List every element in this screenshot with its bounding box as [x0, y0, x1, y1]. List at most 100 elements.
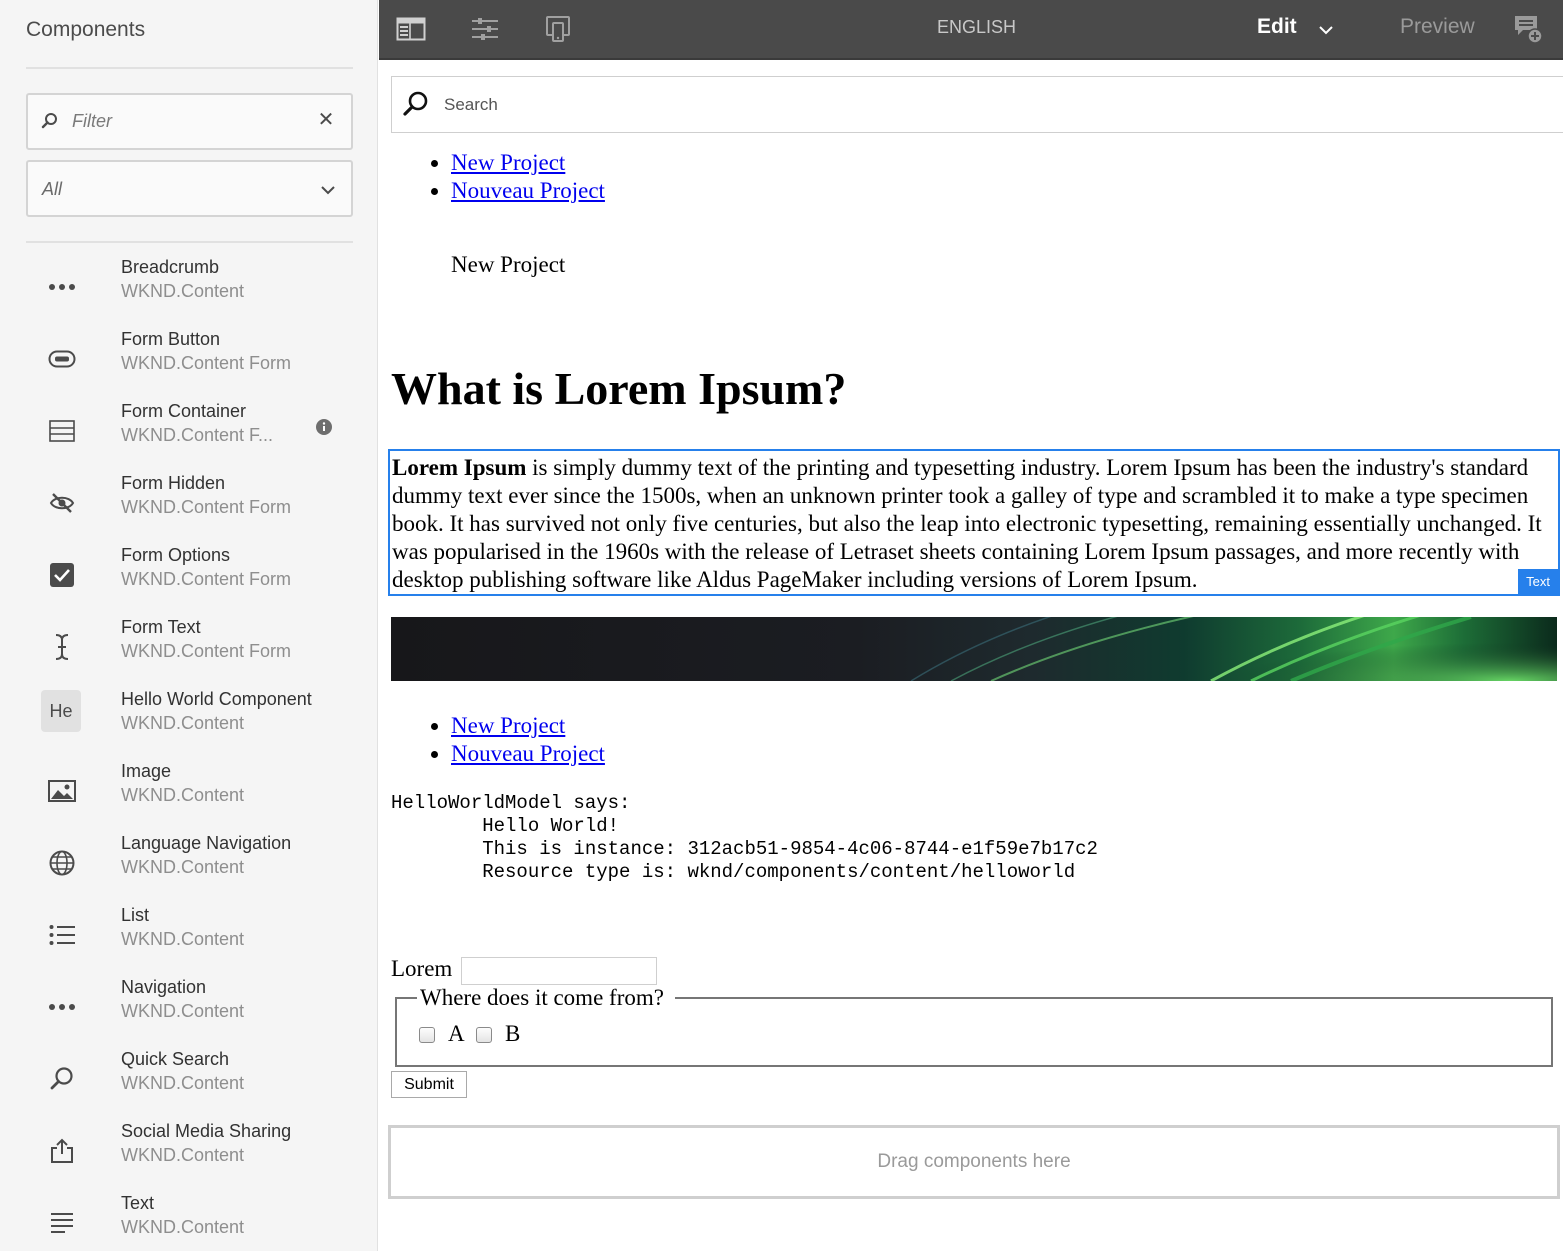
- nav-link[interactable]: Nouveau Project: [451, 741, 605, 766]
- helloworld-output: HelloWorldModel says: Hello World! This …: [391, 792, 1098, 884]
- search-input[interactable]: [442, 91, 1042, 119]
- component-image[interactable]: Image WKND.Content: [26, 761, 356, 821]
- component-name: Text: [121, 1193, 155, 1213]
- helloworld-line: This is instance: 312acb51-9854-4c06-874…: [391, 838, 1098, 860]
- component-form-hidden[interactable]: Form Hidden WKND.Content Form: [26, 473, 356, 533]
- component-group: WKND.Content Form: [121, 353, 292, 373]
- component-social-media-sharing[interactable]: Social Media Sharing WKND.Content: [26, 1121, 356, 1181]
- chevron-down-icon: [321, 182, 335, 200]
- component-form-container[interactable]: Form Container WKND.Content F...: [26, 401, 356, 461]
- eye-off-icon: [42, 483, 82, 523]
- component-hello-world[interactable]: He Hello World Component WKND.Content: [26, 689, 356, 749]
- component-list[interactable]: List WKND.Content: [26, 905, 356, 965]
- helloworld-line: Resource type is: wknd/components/conten…: [391, 861, 1076, 883]
- component-form-text[interactable]: Form Text WKND.Content Form: [26, 617, 356, 677]
- component-group: WKND.Content Form: [121, 641, 292, 661]
- divider: [26, 241, 353, 243]
- container-lines-icon: [42, 411, 82, 451]
- component-navigation[interactable]: Navigation WKND.Content: [26, 977, 356, 1037]
- helloworld-line: Hello World!: [391, 815, 620, 837]
- mode-selector-label[interactable]: Edit: [1257, 15, 1297, 39]
- preview-button[interactable]: Preview: [1400, 15, 1475, 39]
- search-icon: [42, 1059, 82, 1099]
- text-cursor-icon: [42, 627, 82, 667]
- search-icon: [40, 111, 60, 136]
- group-select-value: All: [42, 179, 63, 199]
- component-name: Form Options: [121, 545, 231, 565]
- share-icon: [42, 1131, 82, 1171]
- component-quick-search[interactable]: Quick Search WKND.Content: [26, 1049, 356, 1109]
- annotate-icon[interactable]: [1513, 14, 1543, 49]
- group-select[interactable]: All: [26, 160, 353, 217]
- component-name: Navigation: [121, 977, 207, 997]
- language-link[interactable]: New Project: [451, 150, 565, 175]
- component-name: Form Container: [121, 401, 247, 421]
- image-icon: [42, 771, 82, 811]
- component-name: Quick Search: [121, 1049, 230, 1069]
- component-name: Social Media Sharing: [121, 1121, 292, 1141]
- component-text[interactable]: Text WKND.Content: [26, 1193, 356, 1253]
- component-group: WKND.Content Form: [121, 569, 292, 589]
- emulator-icon[interactable]: [541, 14, 575, 44]
- list-item: New Project: [451, 712, 605, 740]
- filter-field[interactable]: ✕: [26, 93, 353, 150]
- text-component-selected[interactable]: Lorem Ipsum is simply dummy text of the …: [388, 449, 1560, 596]
- he-abbreviation-icon: He: [41, 690, 81, 732]
- component-group: WKND.Content: [121, 1001, 245, 1021]
- fieldset-legend: Where does it come from?: [418, 985, 666, 1011]
- component-name: Form Button: [121, 329, 221, 349]
- banner-art: [910, 617, 1557, 681]
- breadcrumb: New Project: [451, 252, 566, 277]
- component-group: WKND.Content: [121, 785, 245, 805]
- component-type-badge: Text: [1518, 569, 1558, 594]
- form-text-label: Lorem: [391, 956, 453, 981]
- component-name: Language Navigation: [121, 833, 292, 853]
- component-group: WKND.Content F...: [121, 425, 274, 445]
- toggle-side-panel-icon[interactable]: [394, 14, 428, 44]
- component-form-button[interactable]: Form Button WKND.Content Form: [26, 329, 356, 389]
- component-name: Image: [121, 761, 172, 781]
- list-item: New Project: [451, 149, 605, 177]
- checkbox-option-b[interactable]: [476, 1027, 492, 1043]
- page-title: What is Lorem Ipsum?: [391, 363, 847, 414]
- helloworld-line: HelloWorldModel says:: [391, 792, 631, 814]
- checkbox-option-a[interactable]: [419, 1027, 435, 1043]
- quick-search[interactable]: [391, 76, 1563, 133]
- form-text-input[interactable]: [461, 957, 657, 985]
- language-link[interactable]: Nouveau Project: [451, 178, 605, 203]
- component-form-options[interactable]: Form Options WKND.Content Form: [26, 545, 356, 605]
- nav-link[interactable]: New Project: [451, 713, 565, 738]
- globe-icon: [42, 843, 82, 883]
- text-align-icon: [42, 1203, 82, 1243]
- checkbox-checked-icon: [42, 555, 82, 595]
- component-group: WKND.Content: [121, 1145, 245, 1165]
- page-properties-icon[interactable]: [468, 14, 502, 44]
- fieldset-border: [395, 997, 417, 999]
- text-component-body: Lorem Ipsum is simply dummy text of the …: [392, 454, 1552, 594]
- drop-zone[interactable]: Drag components here: [388, 1125, 1560, 1199]
- more-dots-icon: [42, 987, 82, 1027]
- chevron-down-icon[interactable]: [1319, 22, 1333, 40]
- checkbox-label: B: [505, 1021, 521, 1046]
- close-icon[interactable]: ✕: [315, 109, 337, 131]
- language-label: ENGLISH: [937, 17, 1017, 37]
- components-panel: Components ✕ All Breadcrumb WKND.Content…: [0, 0, 378, 1251]
- list-item: Nouveau Project: [451, 740, 605, 768]
- list-item: Nouveau Project: [451, 177, 605, 205]
- component-group: WKND.Content: [121, 1217, 245, 1237]
- info-icon[interactable]: [316, 419, 332, 440]
- list-bullets-icon: [42, 915, 82, 955]
- submit-button[interactable]: Submit: [391, 1071, 467, 1098]
- text-bold-lead: Lorem Ipsum: [392, 455, 527, 480]
- component-breadcrumb[interactable]: Breadcrumb WKND.Content: [26, 257, 356, 317]
- divider: [26, 67, 353, 69]
- component-group: WKND.Content: [121, 281, 245, 301]
- component-group: WKND.Content: [121, 713, 245, 733]
- checkbox-label: A: [448, 1021, 465, 1046]
- more-dots-icon: [42, 267, 82, 307]
- component-group: WKND.Content Form: [121, 497, 292, 517]
- component-language-navigation[interactable]: Language Navigation WKND.Content: [26, 833, 356, 893]
- editor-toolbar: ENGLISH Edit Preview: [379, 0, 1563, 60]
- page-canvas: New Project Nouveau Project New Project …: [379, 62, 1563, 1251]
- filter-input[interactable]: [70, 95, 300, 148]
